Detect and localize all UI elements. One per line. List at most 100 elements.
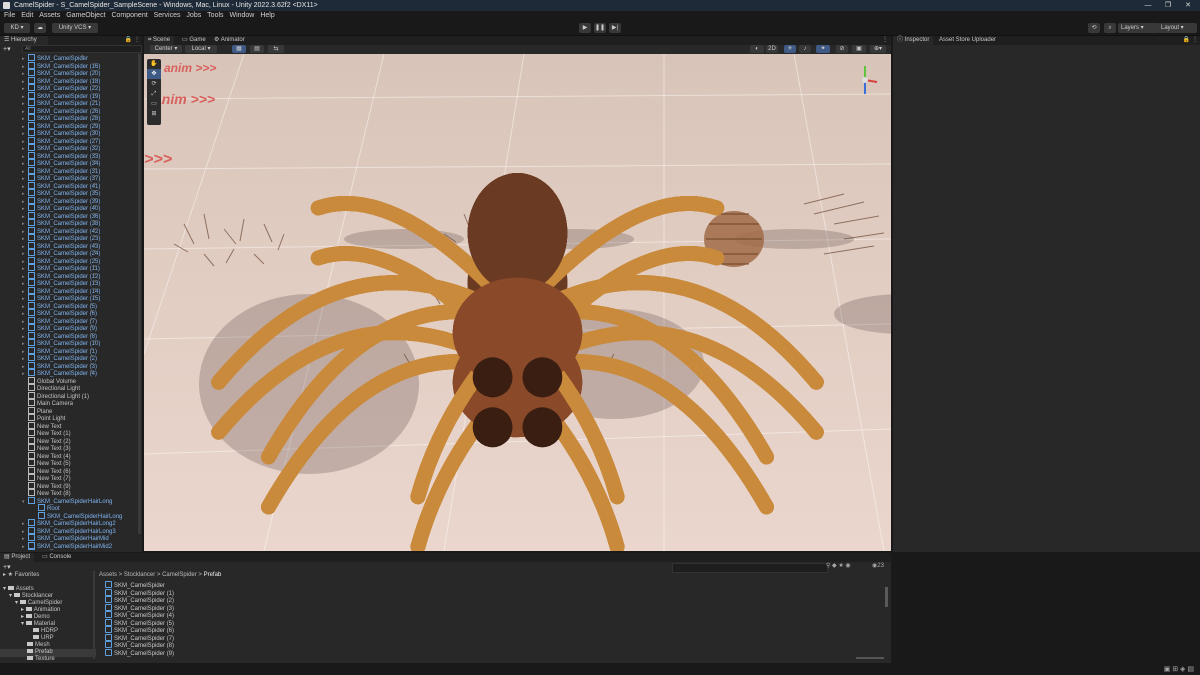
tab-project[interactable]: ▤ Project bbox=[0, 553, 35, 562]
hierarchy-item[interactable]: New Text (6) bbox=[0, 466, 71, 475]
pivot-dropdown[interactable]: Center ▾ bbox=[150, 45, 182, 53]
audio-icon[interactable]: ♪ bbox=[799, 45, 811, 53]
hierarchy-item[interactable]: ▸ SKM_CamelSpiderHairMid2 bbox=[0, 541, 112, 550]
open-prefab-icon[interactable]: > bbox=[93, 114, 96, 122]
hierarchy-search-input[interactable] bbox=[22, 45, 142, 53]
hierarchy-item[interactable]: ▸SKM_CamelSpiderHairMid3 bbox=[0, 549, 112, 550]
open-prefab-icon[interactable]: > bbox=[93, 219, 96, 227]
hierarchy-item[interactable]: ▸ SKM_CamelSpider (3) > bbox=[0, 361, 97, 370]
hierarchy-item[interactable]: ▸ SKM_CamelSpider (11) > bbox=[0, 264, 100, 272]
open-prefab-icon[interactable]: > bbox=[93, 174, 96, 182]
layout-dropdown[interactable]: Layout ▾ bbox=[1158, 23, 1197, 33]
favorites-item[interactable]: ▸ ★ Favorites bbox=[3, 572, 39, 580]
hierarchy-item[interactable]: ▸ SKM_CamelSpider (28) > bbox=[0, 114, 100, 122]
open-prefab-icon[interactable]: > bbox=[93, 272, 96, 280]
hierarchy-item[interactable]: ▸ SKM_CamelSpider (25) > bbox=[0, 256, 100, 265]
inspector-more-icon[interactable]: ⋮ bbox=[1192, 36, 1198, 45]
hierarchy-item[interactable]: Point Light bbox=[0, 414, 65, 422]
open-prefab-icon[interactable]: > bbox=[90, 347, 93, 355]
hierarchy-item[interactable]: ▸ SKM_CamelSpider (10) > bbox=[0, 339, 100, 347]
hierarchy-item[interactable]: ▸ SKM_CamelSpider (19) > bbox=[0, 91, 100, 100]
open-prefab-icon[interactable]: > bbox=[93, 107, 96, 115]
project-file-item[interactable]: SKM_CamelSpider (1) bbox=[105, 588, 174, 597]
hierarchy-item[interactable]: ▸ SKM_CamelSpider (30) > bbox=[0, 129, 100, 137]
hierarchy-item[interactable]: New Text (5) bbox=[0, 459, 71, 467]
menu-services[interactable]: Services bbox=[154, 11, 181, 21]
hierarchy-item[interactable]: Global Volume bbox=[0, 376, 76, 385]
gizmos-icon[interactable]: ⊕▾ bbox=[870, 45, 886, 53]
open-prefab-icon[interactable]: > bbox=[93, 264, 96, 272]
hierarchy-item[interactable]: New Text (9) bbox=[0, 481, 71, 490]
tab-asset-store-uploader[interactable]: Asset Store Uploader bbox=[935, 36, 1000, 45]
shading-mode-icon[interactable]: ◐ bbox=[750, 45, 764, 53]
open-prefab-icon[interactable]: > bbox=[93, 242, 96, 250]
hierarchy-item[interactable]: New Text (2) bbox=[0, 436, 71, 445]
hierarchy-item[interactable]: ▸ SKM_CamelSpider (22) > bbox=[0, 84, 100, 92]
open-prefab-icon[interactable]: > bbox=[90, 309, 93, 317]
project-file-item[interactable]: SKM_CamelSpider (3) bbox=[105, 603, 174, 612]
open-prefab-icon[interactable]: > bbox=[93, 339, 96, 347]
hierarchy-item[interactable]: New Text (7) bbox=[0, 474, 71, 482]
hierarchy-item[interactable]: ▸ SKM_CamelSpider (32) > bbox=[0, 144, 100, 152]
move-tool-icon[interactable]: ✥ bbox=[147, 69, 161, 79]
open-prefab-icon[interactable]: > bbox=[93, 204, 96, 212]
open-prefab-icon[interactable]: > bbox=[81, 54, 84, 62]
inspector-lock-icon[interactable]: 🔒 bbox=[1183, 36, 1190, 45]
hierarchy-item[interactable]: ▸ SKM_CamelSpider > bbox=[0, 54, 88, 62]
open-prefab-icon[interactable]: > bbox=[90, 354, 93, 362]
open-prefab-icon[interactable]: > bbox=[90, 362, 93, 370]
lock-icon[interactable]: 🔒 bbox=[125, 36, 132, 45]
menu-gameobject[interactable]: GameObject bbox=[66, 11, 105, 21]
open-prefab-icon[interactable]: > bbox=[93, 212, 96, 220]
project-file-item[interactable]: SKM_CamelSpider (5) bbox=[105, 618, 174, 627]
menu-window[interactable]: Window bbox=[229, 11, 254, 21]
hierarchy-item[interactable]: SKM_CamelSpiderHairLong bbox=[0, 511, 122, 520]
tab-scene[interactable]: ⌗ Scene bbox=[144, 36, 175, 45]
vcs-button[interactable]: Unity VCS ▾ bbox=[52, 23, 98, 33]
open-prefab-icon[interactable]: > bbox=[93, 99, 96, 107]
zoom-slider[interactable] bbox=[856, 657, 884, 659]
history-icon[interactable]: ⟲ bbox=[1088, 23, 1100, 33]
camel-spider-model[interactable] bbox=[144, 59, 891, 551]
scale-tool-icon[interactable]: ⤢ bbox=[147, 89, 161, 99]
hierarchy-item[interactable]: ▸ SKM_CamelSpider (4) > bbox=[0, 369, 97, 377]
tab-inspector[interactable]: ⓘ Inspector bbox=[893, 36, 934, 45]
hierarchy-item[interactable]: ▸ SKM_CamelSpider (9) > bbox=[0, 324, 97, 332]
rotate-tool-icon[interactable]: ⟳ bbox=[147, 79, 161, 89]
add-icon[interactable]: +▾ bbox=[3, 45, 11, 53]
hierarchy-item[interactable]: ▾ SKM_CamelSpiderHairLong bbox=[0, 496, 112, 505]
hierarchy-item[interactable]: ▸ SKM_CamelSpider (24) > bbox=[0, 249, 100, 257]
hierarchy-item[interactable]: ▸ SKM_CamelSpider (1) > bbox=[0, 346, 97, 355]
grid-snap-icon[interactable]: ▦ bbox=[232, 45, 246, 53]
open-prefab-icon[interactable]: > bbox=[90, 302, 93, 310]
project-file-item[interactable]: SKM_CamelSpider (7) bbox=[105, 633, 174, 642]
hierarchy-item[interactable]: ▸ SKM_CamelSpider (38) > bbox=[0, 219, 100, 227]
project-files-scrollbar[interactable] bbox=[885, 587, 888, 607]
open-prefab-icon[interactable]: > bbox=[93, 234, 96, 242]
open-prefab-icon[interactable]: > bbox=[90, 324, 93, 332]
open-prefab-icon[interactable]: > bbox=[93, 159, 96, 167]
scene-more-icon[interactable]: ⋮ bbox=[882, 36, 888, 45]
hierarchy-item[interactable]: Plane bbox=[0, 406, 52, 415]
open-prefab-icon[interactable]: > bbox=[93, 137, 96, 145]
tab-animator[interactable]: ⚙ Animator bbox=[210, 36, 249, 45]
toggle-2d-button[interactable]: 2D bbox=[766, 45, 778, 53]
menu-jobs[interactable]: Jobs bbox=[186, 11, 201, 21]
open-prefab-icon[interactable]: > bbox=[93, 182, 96, 190]
scene-viewport[interactable]: anim >>> anim >>> >>> ✋ ✥ ⟳ ⤢ ▭ ⊞ bbox=[144, 54, 891, 551]
menu-tools[interactable]: Tools bbox=[207, 11, 223, 21]
hierarchy-item[interactable]: ▸ SKM_CamelSpider (16) > bbox=[0, 61, 100, 70]
hierarchy-item[interactable]: ▸ SKM_CamelSpider (5) > bbox=[0, 301, 97, 310]
hierarchy-item[interactable]: ▸ SKM_CamelSpider (20) > bbox=[0, 69, 100, 77]
open-prefab-icon[interactable]: > bbox=[93, 279, 96, 287]
status-icons[interactable]: ▣ ⊞ ◈ ▤ bbox=[1164, 665, 1194, 673]
hierarchy-item[interactable]: ▸ SKM_CamelSpiderHairLong3 bbox=[0, 526, 116, 535]
open-prefab-icon[interactable]: > bbox=[93, 189, 96, 197]
hierarchy-item[interactable]: ▸ SKM_CamelSpider (13) > bbox=[0, 279, 100, 287]
step-button[interactable]: ▶| bbox=[609, 23, 621, 33]
tree-texture[interactable]: Texture bbox=[27, 656, 55, 663]
open-prefab-icon[interactable]: > bbox=[93, 144, 96, 152]
search-icon[interactable]: ⌕ bbox=[1104, 23, 1116, 33]
hierarchy-item[interactable]: ▸ SKM_CamelSpider (37) > bbox=[0, 174, 100, 182]
open-prefab-icon[interactable]: > bbox=[90, 317, 93, 325]
